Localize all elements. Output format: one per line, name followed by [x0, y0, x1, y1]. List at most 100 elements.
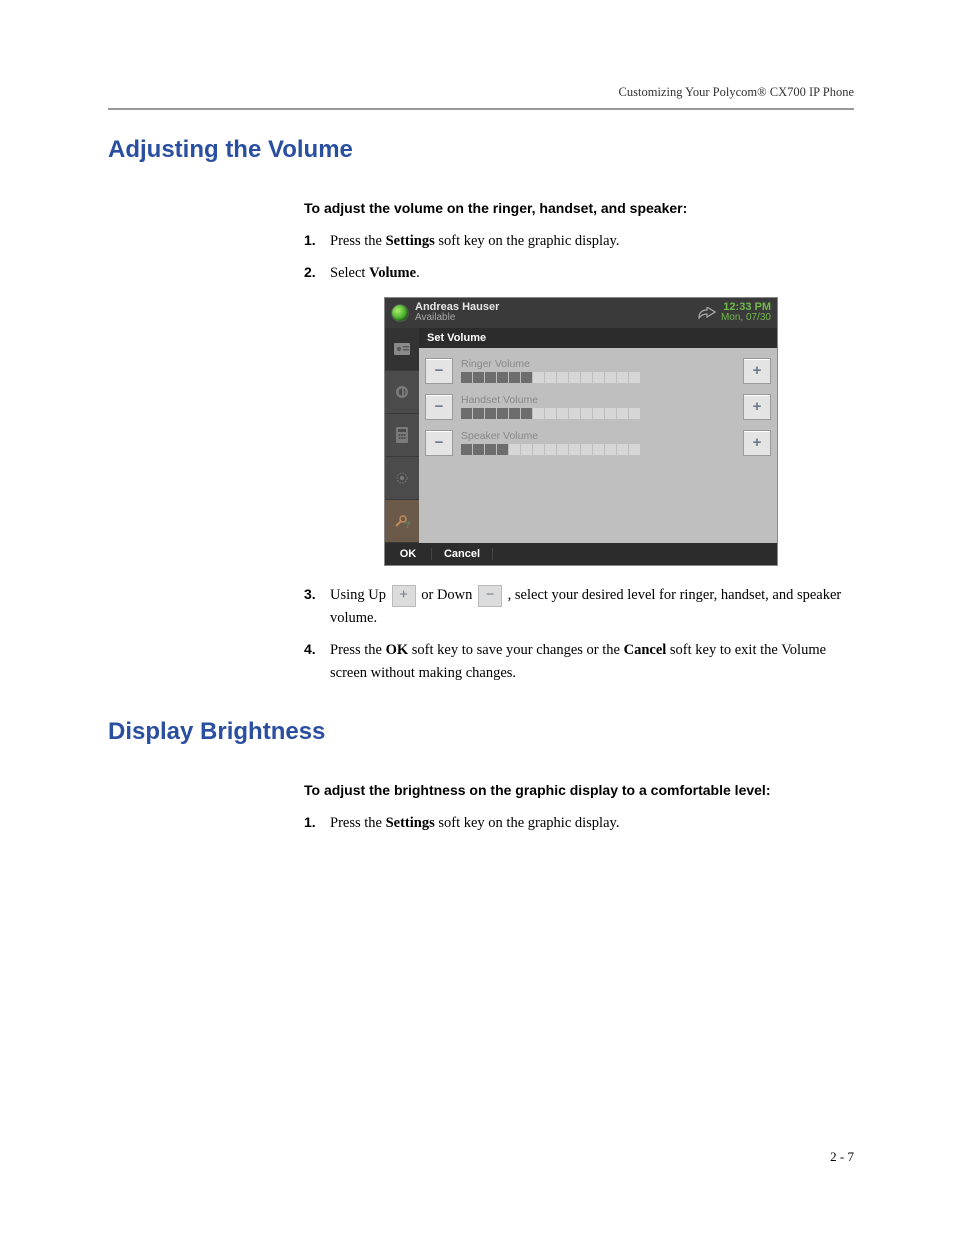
volume-steps-cont: 3. Using Up + or Down − , select your de…: [304, 584, 854, 684]
volume-segment: [521, 372, 532, 383]
volume-content: To adjust the volume on the ringer, hand…: [304, 200, 854, 684]
speaker-bar: [461, 444, 735, 455]
volume-segment: [617, 444, 628, 455]
screenshot-body: ? Set Volume − Ringer Volume +: [385, 328, 777, 543]
side-speaker-icon: [385, 371, 419, 414]
running-header: Customizing Your Polycom® CX700 IP Phone: [108, 85, 854, 108]
ringer-bar: [461, 372, 735, 383]
text: or Down: [418, 587, 476, 603]
section-heading-volume: Adjusting the Volume: [108, 136, 854, 164]
brightness-content: To adjust the brightness on the graphic …: [304, 782, 854, 834]
cancel-softkey[interactable]: Cancel: [432, 548, 493, 560]
volume-step-4: 4. Press the OK soft key to save your ch…: [304, 639, 854, 684]
volume-segment: [509, 372, 520, 383]
volume-segment: [485, 372, 496, 383]
volume-segment: [605, 372, 616, 383]
panel-title: Set Volume: [419, 328, 777, 348]
bold-text: Settings: [386, 233, 435, 249]
volume-step-2: 2. Select Volume.: [304, 262, 854, 284]
bold-text: Cancel: [624, 642, 667, 658]
section-heading-brightness: Display Brightness: [108, 718, 854, 746]
speaker-minus-button[interactable]: −: [425, 430, 453, 456]
volume-segment: [545, 372, 556, 383]
user-name: Andreas Hauser: [415, 302, 693, 314]
user-status: Available: [415, 313, 693, 324]
volume-segment: [593, 372, 604, 383]
speaker-label: Speaker Volume: [461, 430, 735, 442]
text: Press the: [330, 815, 386, 831]
time-block: 12:33 PM Mon, 07/30: [721, 302, 777, 324]
volume-step-1: 1. Press the Settings soft key on the gr…: [304, 230, 854, 252]
document-page: Customizing Your Polycom® CX700 IP Phone…: [0, 0, 954, 1235]
side-help-icon: ?: [385, 500, 419, 543]
volume-segment: [545, 444, 556, 455]
volume-segment: [581, 408, 592, 419]
side-settings-icon: [385, 457, 419, 500]
ringer-label: Ringer Volume: [461, 358, 735, 370]
ringer-minus-button[interactable]: −: [425, 358, 453, 384]
step-number: 1.: [304, 230, 330, 252]
volume-segment: [569, 444, 580, 455]
volume-segment: [461, 372, 472, 383]
side-nav: ?: [385, 328, 419, 543]
handset-row: − Handset Volume +: [425, 394, 771, 420]
brightness-intro: To adjust the brightness on the graphic …: [304, 782, 854, 798]
speaker-row: − Speaker Volume +: [425, 430, 771, 456]
volume-segment: [629, 408, 640, 419]
step-number: 1.: [304, 812, 330, 834]
handset-plus-button[interactable]: +: [743, 394, 771, 420]
text: Press the: [330, 233, 386, 249]
volume-segment: [605, 444, 616, 455]
text: soft key on the graphic display.: [435, 815, 620, 831]
ringer-row: − Ringer Volume +: [425, 358, 771, 384]
volume-segment: [557, 372, 568, 383]
volume-segment: [629, 444, 640, 455]
volume-segment: [473, 408, 484, 419]
volume-segment: [581, 372, 592, 383]
step-body: Using Up + or Down − , select your desir…: [330, 584, 854, 629]
volume-segment: [509, 408, 520, 419]
volume-segment: [545, 408, 556, 419]
step-body: Press the OK soft key to save your chang…: [330, 639, 854, 684]
handset-label: Handset Volume: [461, 394, 735, 406]
volume-segment: [485, 444, 496, 455]
softkey-bar: OK Cancel: [385, 543, 777, 565]
volume-segment: [497, 372, 508, 383]
text: .: [416, 265, 420, 281]
volume-segment: [617, 408, 628, 419]
step-body: Select Volume.: [330, 262, 854, 284]
ringer-plus-button[interactable]: +: [743, 358, 771, 384]
step-number: 3.: [304, 584, 330, 606]
volume-segment: [557, 444, 568, 455]
speaker-mid: Speaker Volume: [453, 430, 743, 455]
ringer-mid: Ringer Volume: [453, 358, 743, 383]
volume-segment: [593, 408, 604, 419]
header-rule: [108, 108, 854, 110]
text: Select: [330, 265, 369, 281]
volume-segment: [533, 408, 544, 419]
volume-step-3: 3. Using Up + or Down − , select your de…: [304, 584, 854, 629]
volume-segment: [521, 444, 532, 455]
volume-segment: [569, 408, 580, 419]
ok-softkey[interactable]: OK: [385, 548, 432, 560]
volume-segment: [569, 372, 580, 383]
volume-segment: [521, 408, 532, 419]
volume-intro: To adjust the volume on the ringer, hand…: [304, 200, 854, 216]
bold-text: OK: [386, 642, 409, 658]
volume-segment: [497, 408, 508, 419]
inline-plus-icon: +: [392, 585, 416, 607]
volume-segment: [617, 372, 628, 383]
volume-segment: [605, 408, 616, 419]
text: soft key on the graphic display.: [435, 233, 620, 249]
step-body: Press the Settings soft key on the graph…: [330, 812, 854, 834]
volume-segment: [593, 444, 604, 455]
handset-minus-button[interactable]: −: [425, 394, 453, 420]
speaker-plus-button[interactable]: +: [743, 430, 771, 456]
presence-icon: [391, 304, 409, 322]
volume-segment: [461, 444, 472, 455]
brightness-steps: 1. Press the Settings soft key on the gr…: [304, 812, 854, 834]
volume-segment: [497, 444, 508, 455]
volume-segment: [509, 444, 520, 455]
volume-segment: [581, 444, 592, 455]
side-contacts-icon: [385, 328, 419, 371]
